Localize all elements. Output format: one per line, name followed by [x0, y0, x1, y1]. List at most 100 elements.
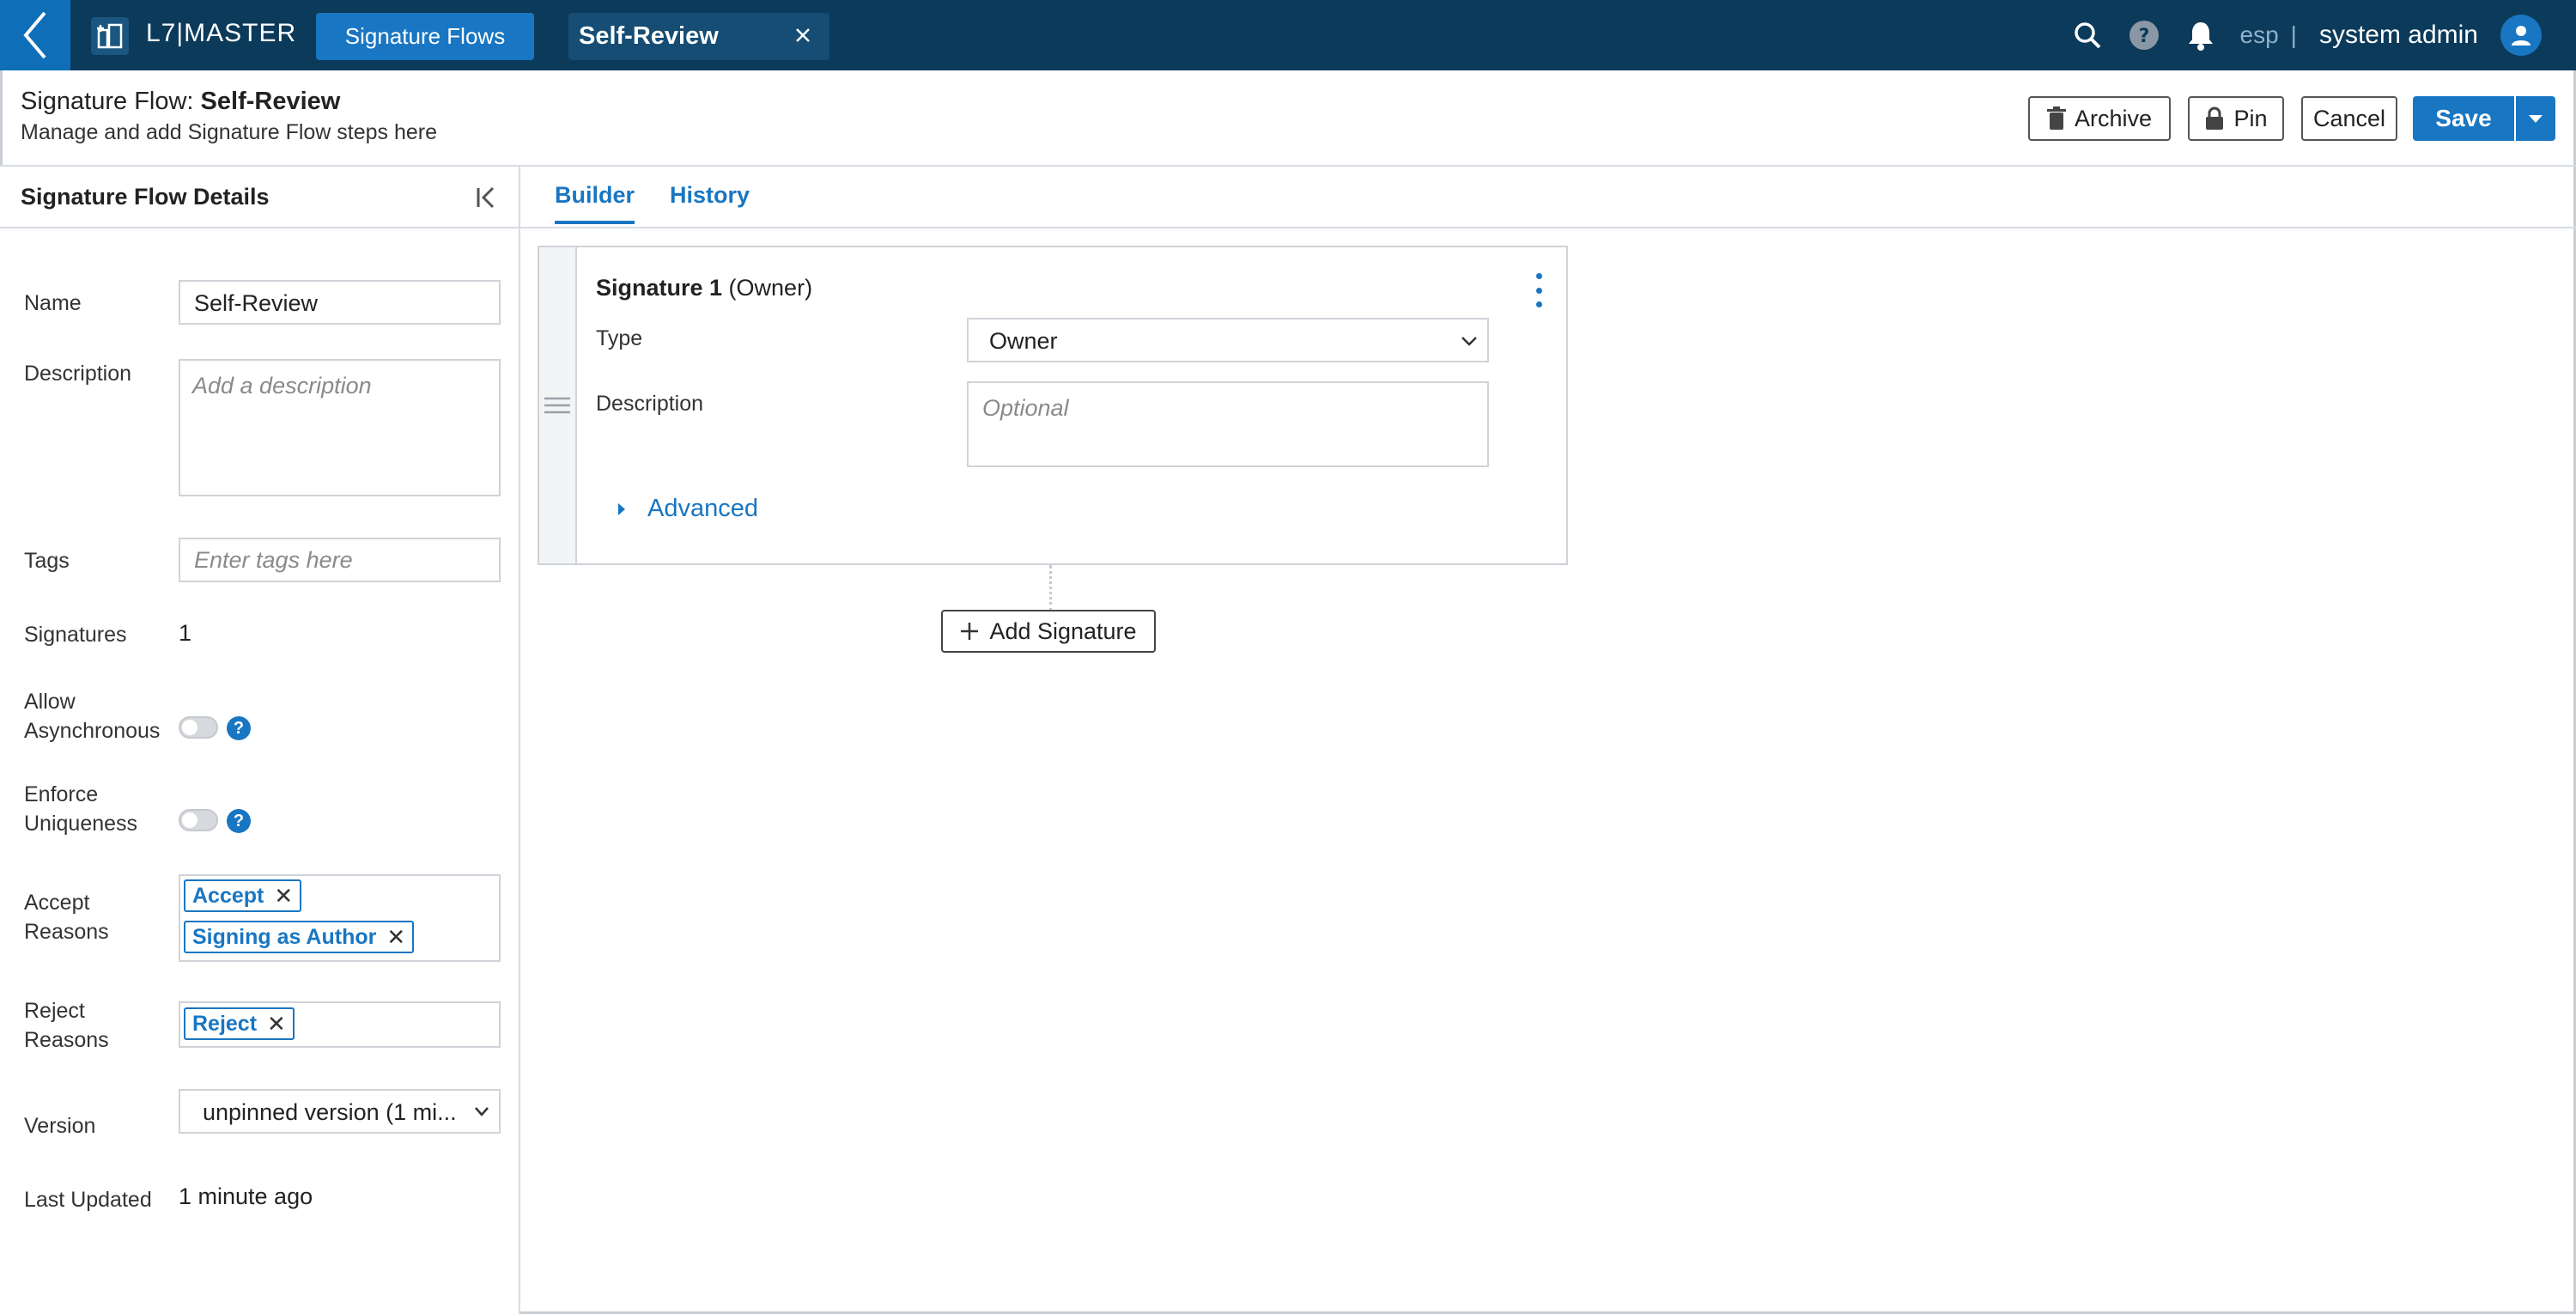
back-button[interactable] [0, 0, 70, 70]
allow-async-help-icon[interactable]: ? [227, 716, 251, 740]
lock-icon [2206, 106, 2224, 130]
svg-text:?: ? [2138, 26, 2149, 47]
reject-label-line1: Reject [24, 999, 85, 1023]
user-name[interactable]: system admin [2319, 21, 2478, 50]
page-header: Signature Flow: Self-Review Manage and a… [0, 70, 2576, 167]
enforce-uniqueness-help-icon[interactable]: ? [227, 809, 251, 833]
drag-handle-icon [544, 397, 570, 414]
signature-title-number: Signature 1 [596, 275, 723, 301]
plus-icon [961, 623, 979, 640]
notifications-button[interactable] [2184, 18, 2218, 52]
tab-self-review-label: Self-Review [579, 22, 719, 50]
chevron-left-icon [23, 11, 46, 59]
archive-button[interactable]: Archive [2028, 96, 2171, 141]
accept-reasons-label: Accept Reasons [24, 888, 109, 946]
caret-down-icon [2529, 115, 2543, 123]
enforce-uniqueness-label: Enforce Uniqueness [24, 780, 137, 838]
description-label: Description [24, 362, 132, 386]
allow-async-label-line2: Asynchronous [24, 719, 161, 743]
collapse-panel-icon[interactable] [474, 184, 501, 211]
remove-chip-icon[interactable]: ✕ [274, 883, 293, 909]
name-input[interactable]: Self-Review [179, 280, 501, 325]
tab-history[interactable]: History [670, 182, 750, 209]
accept-reason-chip-label: Accept [192, 883, 264, 908]
tab-signature-flows[interactable]: Signature Flows [316, 13, 534, 60]
accept-label-line1: Accept [24, 891, 90, 915]
remove-chip-icon[interactable]: ✕ [386, 924, 405, 951]
page-title: Signature Flow: Self-Review [21, 88, 340, 116]
version-label: Version [24, 1114, 96, 1138]
allow-async-toggle[interactable] [179, 716, 218, 739]
signature-flow-details-panel: Signature Flow Details Name Self-Review … [0, 167, 520, 1314]
last-updated-value: 1 minute ago [179, 1183, 313, 1209]
avatar[interactable] [2500, 15, 2542, 56]
accept-label-line2: Reasons [24, 920, 109, 944]
description-textarea[interactable]: Add a description [179, 359, 501, 496]
page-subtitle: Manage and add Signature Flow steps here [21, 120, 438, 144]
advanced-toggle[interactable]: Advanced [617, 495, 758, 523]
signature-type-select[interactable]: Owner [967, 318, 1489, 362]
tab-self-review[interactable]: Self-Review [568, 13, 829, 60]
signature-type-label: Type [596, 326, 643, 350]
accept-reason-chip-label: Signing as Author [192, 924, 377, 949]
reject-label-line2: Reasons [24, 1028, 109, 1052]
pin-label: Pin [2233, 105, 2268, 131]
flow-connector [1049, 565, 1052, 611]
trash-icon [2046, 106, 2066, 130]
last-updated-label: Last Updated [24, 1188, 152, 1212]
allow-async-label: Allow Asynchronous [24, 687, 160, 745]
accept-reason-chip: Accept ✕ [184, 879, 302, 912]
signature-title-role: (Owner) [722, 275, 813, 301]
topbar-separator: | [2290, 21, 2297, 48]
enforce-uniqueness-toggle[interactable] [179, 809, 218, 831]
version-select[interactable]: unpinned version (1 mi... [179, 1089, 501, 1134]
caret-right-icon [618, 502, 625, 515]
cancel-button[interactable]: Cancel [2301, 96, 2397, 141]
topbar-actions: ? esp | system admin [2070, 15, 2542, 56]
app-logo-icon [91, 17, 129, 55]
tab-builder[interactable]: Builder [555, 182, 635, 224]
advanced-label: Advanced [647, 495, 758, 522]
save-button[interactable]: Save [2413, 96, 2514, 141]
details-panel-header: Signature Flow Details [0, 167, 520, 228]
help-icon: ? [2129, 21, 2159, 50]
pin-button[interactable]: Pin [2188, 96, 2284, 141]
page-title-name: Self-Review [200, 88, 341, 115]
reject-reason-chip-label: Reject [192, 1011, 258, 1036]
chevron-down-icon [1461, 337, 1477, 346]
description-placeholder: Add a description [192, 373, 372, 398]
enforce-label-line1: Enforce [24, 782, 99, 806]
user-icon [2512, 26, 2530, 46]
help-button[interactable]: ? [2127, 18, 2161, 52]
language-selector[interactable]: esp [2240, 21, 2279, 49]
signature-title: Signature 1 (Owner) [596, 275, 812, 301]
add-signature-label: Add Signature [989, 617, 1137, 644]
accept-reason-chip: Signing as Author ✕ [184, 921, 415, 953]
signature-type-value: Owner [989, 328, 1058, 354]
more-options-icon[interactable] [1530, 273, 1547, 307]
reject-reasons-label: Reject Reasons [24, 996, 109, 1055]
signatures-label: Signatures [24, 623, 127, 647]
signatures-count: 1 [179, 620, 192, 646]
chevron-down-icon [475, 1107, 489, 1116]
close-icon[interactable] [792, 24, 814, 46]
drag-handle[interactable] [539, 247, 577, 563]
allow-async-label-line1: Allow [24, 690, 76, 714]
signature-description-label: Description [596, 392, 704, 416]
tags-placeholder: Enter tags here [194, 547, 353, 573]
tags-input[interactable]: Enter tags here [179, 538, 501, 582]
bell-icon [2188, 22, 2213, 51]
builder-tabs: Builder History [520, 167, 2576, 228]
tags-label: Tags [24, 549, 70, 573]
signature-description-placeholder: Optional [982, 395, 1069, 421]
search-button[interactable] [2070, 18, 2105, 52]
reject-reason-chip: Reject ✕ [184, 1007, 295, 1040]
signature-description-textarea[interactable]: Optional [967, 381, 1489, 467]
name-label: Name [24, 291, 82, 315]
add-signature-button[interactable]: Add Signature [941, 610, 1156, 653]
archive-label: Archive [2074, 105, 2153, 131]
app-name: L7|MASTER [146, 19, 297, 47]
remove-chip-icon[interactable]: ✕ [267, 1011, 286, 1037]
details-panel-title: Signature Flow Details [21, 184, 270, 210]
save-options-button[interactable] [2516, 96, 2555, 141]
